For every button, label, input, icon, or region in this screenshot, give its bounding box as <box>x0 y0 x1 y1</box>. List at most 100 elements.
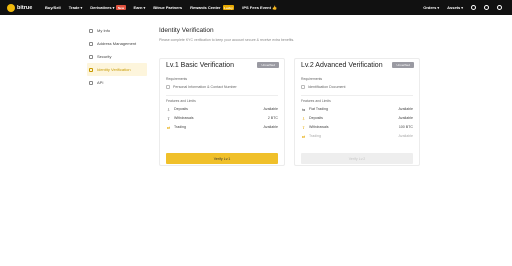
nav-label: IPS Fees Event 👍 <box>242 5 278 10</box>
sidebar-item-security[interactable]: Security <box>87 50 147 63</box>
api-icon <box>89 80 93 85</box>
nav-label: Bitrue Partners <box>153 5 183 10</box>
sidebar-item-label: API <box>97 80 104 85</box>
nav-label: Rewards Center <box>190 5 221 10</box>
nav-trade[interactable]: Trade ▾ <box>69 5 82 10</box>
feature-row: ⇄ Trading Available <box>301 133 413 139</box>
requirements-label: Requirements <box>166 77 188 81</box>
page-title: Identity Verification <box>159 27 214 34</box>
feature-row: ⇩ Deposits Available <box>166 106 278 112</box>
id-card-icon <box>89 67 93 72</box>
feature-row: ⇄ Trading Available <box>166 124 278 130</box>
chevron-down-icon: ▾ <box>437 5 440 10</box>
main-nav: Buy/Sell Trade ▾ Derivatives ▾ New Earn ▾ Bi… <box>45 5 285 10</box>
trading-icon: ⇄ <box>166 124 171 130</box>
feature-value: Available <box>398 107 413 111</box>
chevron-down-icon: ▾ <box>461 5 463 10</box>
deposit-icon: ⇩ <box>301 115 306 121</box>
feature-row: ⇧ Withdrawals 2 BTC <box>166 115 278 121</box>
new-badge: New <box>116 5 126 10</box>
globe-icon <box>484 5 489 10</box>
divider <box>166 95 278 96</box>
feature-row: ⇩ Deposits Available <box>301 115 413 121</box>
sidebar-item-identity-verification[interactable]: Identity Verification <box>87 63 147 76</box>
feature-value: 2 BTC <box>267 116 278 120</box>
feature-value: Available <box>398 116 413 120</box>
status-badge: Unverified <box>392 62 414 68</box>
feature-value: 100 BTC <box>398 125 413 129</box>
fiat-icon: ⇆ <box>301 106 306 112</box>
theme-button[interactable] <box>497 5 502 10</box>
nav-earn[interactable]: Earn ▾ <box>134 5 146 10</box>
lv2-verification-card: Lv.2 Advanced Verification Unverified Re… <box>294 58 420 166</box>
orders-label: Orders <box>423 5 437 10</box>
user-icon <box>89 28 93 33</box>
rewards-badge: Lucky <box>222 5 235 10</box>
withdraw-icon: ⇧ <box>301 124 306 130</box>
verify-lv1-button[interactable]: Verify Lv.1 <box>166 153 278 164</box>
feature-row: ⇧ Withdrawals 100 BTC <box>301 124 413 130</box>
nav-label: Trade <box>68 5 80 10</box>
logo-icon <box>7 3 15 12</box>
chevron-down-icon: ▾ <box>143 5 146 10</box>
nav-label: Earn <box>133 5 143 10</box>
moon-icon <box>497 5 502 10</box>
withdraw-icon: ⇧ <box>166 115 171 121</box>
requirement-text: Personal Information & Contact Number <box>173 85 237 89</box>
sidebar-item-label: Security <box>97 54 112 59</box>
feature-label: Deposits <box>309 116 323 120</box>
features-label: Features and Limits <box>301 99 331 103</box>
requirement-item: Identification Document <box>301 85 346 89</box>
feature-row: ⇆ Fiat Trading Available <box>301 106 413 112</box>
chevron-down-icon: ▾ <box>80 5 83 10</box>
logo-text: bitrue <box>17 4 33 11</box>
feature-label: Fiat Trading <box>309 107 328 111</box>
orders-menu[interactable]: Orders ▾ <box>423 5 439 10</box>
requirements-label: Requirements <box>301 77 323 81</box>
sidebar-item-label: Address Management <box>97 41 137 46</box>
requirement-text: Identification Document <box>308 85 346 89</box>
assets-label: Assets <box>447 5 461 10</box>
sidebar-item-api[interactable]: API <box>87 76 147 89</box>
document-icon <box>166 85 170 89</box>
nav-label: Derivatives <box>90 5 112 10</box>
account-sidebar: My Info Address Management Security Iden… <box>87 24 147 89</box>
language-button[interactable] <box>484 5 489 10</box>
user-icon <box>471 5 476 10</box>
sidebar-item-address-management[interactable]: Address Management <box>87 37 147 50</box>
page-subtitle: Please complete KYC verification to keep… <box>159 38 295 42</box>
feature-value: Available <box>398 134 413 138</box>
deposit-icon: ⇩ <box>166 106 171 112</box>
nav-rewards-center[interactable]: Rewards Center Lucky <box>190 5 235 10</box>
address-icon <box>89 41 93 46</box>
card-title: Lv.1 Basic Verification <box>166 62 234 69</box>
sidebar-item-label: My Info <box>97 28 111 33</box>
lv1-verification-card: Lv.1 Basic Verification Unverified Requi… <box>159 58 285 166</box>
card-title: Lv.2 Advanced Verification <box>301 62 383 69</box>
divider <box>301 95 413 96</box>
user-button[interactable] <box>471 5 476 10</box>
nav-fees-event[interactable]: IPS Fees Event 👍 <box>242 5 277 10</box>
shield-icon <box>89 54 93 59</box>
status-badge: Unverified <box>257 62 279 68</box>
nav-label: Buy/Sell <box>45 5 61 10</box>
verify-lv2-button[interactable]: Verify Lv.2 <box>301 153 413 164</box>
features-label: Features and Limits <box>166 99 196 103</box>
feature-value: Available <box>263 125 278 129</box>
top-nav-bar: bitrue Buy/Sell Trade ▾ Derivatives ▾ New E… <box>0 0 512 15</box>
requirement-item: Personal Information & Contact Number <box>166 85 237 89</box>
feature-label: Withdrawals <box>309 125 329 129</box>
feature-label: Trading <box>174 125 187 129</box>
feature-label: Deposits <box>174 107 188 111</box>
feature-label: Trading <box>309 134 322 138</box>
assets-menu[interactable]: Assets ▾ <box>447 5 463 10</box>
trading-icon: ⇄ <box>301 133 306 139</box>
nav-bitrue-partners[interactable]: Bitrue Partners <box>153 5 182 10</box>
sidebar-item-my-info[interactable]: My Info <box>87 24 147 37</box>
nav-buy-sell[interactable]: Buy/Sell <box>45 5 61 10</box>
nav-derivatives[interactable]: Derivatives ▾ New <box>90 5 126 10</box>
bitrue-logo[interactable]: bitrue <box>7 3 45 12</box>
sidebar-item-label: Identity Verification <box>97 67 131 72</box>
right-nav: Orders ▾ Assets ▾ <box>415 0 502 15</box>
id-document-icon <box>301 85 305 89</box>
